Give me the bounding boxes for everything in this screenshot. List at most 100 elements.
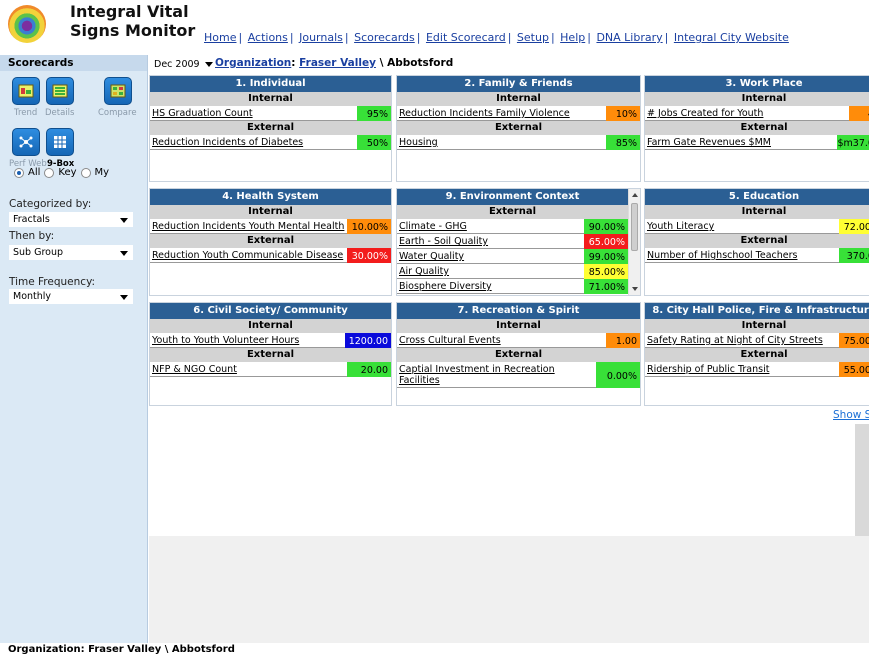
nine-box-grid: 1. Individual Internal HS Graduation Count… — [149, 73, 869, 406]
nav-setup-link[interactable]: Setup — [517, 31, 549, 44]
metric-link[interactable]: Earth - Soil Quality — [397, 234, 584, 249]
metric-value: 0.00% — [596, 362, 640, 388]
metric-value: 50% — [357, 135, 391, 150]
footer-org: Fraser Valley — [88, 644, 162, 654]
metric-link[interactable]: Reduction Incidents of Diabetes — [150, 135, 357, 150]
metric-row: Cross Cultural Events 1.00 — [397, 333, 640, 348]
scroll-down-icon[interactable] — [632, 287, 638, 291]
metric-link[interactable]: Housing — [397, 135, 606, 150]
card-title[interactable]: 7. Recreation & Spirit — [397, 303, 640, 319]
breadcrumb-organization-label[interactable]: Organization — [215, 57, 291, 69]
chevron-down-icon — [204, 62, 213, 67]
nav-home-link[interactable]: Home — [204, 31, 236, 44]
section-header: Internal — [645, 319, 869, 333]
metric-value: 20.00 — [347, 362, 391, 377]
details-view-button[interactable] — [46, 77, 74, 105]
metric-row: HS Graduation Count 95% — [150, 106, 391, 121]
scroll-thumb[interactable] — [631, 203, 638, 251]
metric-link[interactable]: Reduction Incidents Youth Mental Health — [150, 219, 347, 234]
section-header: External — [150, 348, 391, 362]
section-header: Internal — [150, 92, 391, 106]
metric-link[interactable]: HS Graduation Count — [150, 106, 357, 121]
metric-row: # Jobs Created for Youth40 — [645, 106, 869, 121]
filter-key-radio[interactable] — [44, 167, 55, 178]
nine-box-view-button[interactable] — [46, 128, 74, 156]
breadcrumb-org-link[interactable]: Fraser Valley — [299, 57, 376, 69]
card-title[interactable]: 8. City Hall Police, Fire & Infrastructu… — [645, 303, 869, 319]
card-title[interactable]: 6. Civil Society/ Community — [150, 303, 391, 319]
period-select[interactable]: Dec 2009 — [154, 59, 213, 70]
metric-row: Youth to Youth Volunteer Hours 1200.00 — [150, 333, 391, 348]
nav-integral-city-website-link[interactable]: Integral City Website — [674, 31, 789, 44]
footer-current: Abbotsford — [171, 644, 235, 654]
nav-separator: | — [550, 31, 555, 44]
perf-web-view-button[interactable] — [12, 128, 40, 156]
metric-link[interactable]: Youth Literacy — [645, 219, 839, 234]
section-header: Internal — [645, 92, 869, 106]
metric-link[interactable]: Safety Rating at Night of City Streets — [645, 333, 839, 348]
metric-link[interactable]: Farm Gate Revenues $MM — [645, 135, 837, 150]
footer-separator: \ — [164, 644, 169, 654]
nav-actions-link[interactable]: Actions — [248, 31, 288, 44]
footer-breadcrumb: Organization: Fraser Valley \ Abbotsford — [0, 643, 869, 654]
metric-value: $m37.00 — [837, 135, 869, 150]
show-link[interactable]: Show S — [833, 409, 869, 421]
nav-edit-scorecard-link[interactable]: Edit Scorecard — [426, 31, 506, 44]
filter-my-radio[interactable] — [80, 167, 91, 178]
categorized-by-select[interactable]: Fractals — [9, 212, 133, 227]
app-title-line1: Integral Vital — [70, 2, 189, 21]
nav-help-link[interactable]: Help — [560, 31, 585, 44]
nav-scorecards-link[interactable]: Scorecards — [354, 31, 415, 44]
metric-value: 30.00% — [347, 248, 391, 263]
nav-dna-library-link[interactable]: DNA Library — [596, 31, 662, 44]
metric-link[interactable]: Air Quality — [397, 264, 584, 279]
filter-all-radio[interactable] — [14, 167, 24, 178]
card-title[interactable]: 1. Individual — [150, 76, 391, 92]
metric-link[interactable]: Reduction Incidents Family Violence — [397, 106, 606, 121]
trend-view-button[interactable] — [12, 77, 40, 105]
metric-link[interactable]: Ridership of Public Transit — [645, 362, 839, 377]
card-scrollbar[interactable] — [628, 189, 640, 295]
metric-link[interactable]: Youth to Youth Volunteer Hours — [150, 333, 345, 348]
section-header: External — [397, 348, 640, 362]
section-header: Internal — [397, 92, 640, 106]
then-by-select[interactable]: Sub Group — [9, 245, 133, 260]
scroll-up-icon[interactable] — [632, 193, 638, 197]
metric-value: 72.00% — [839, 219, 869, 234]
card-title[interactable]: 9. Environment Context — [397, 189, 628, 205]
nav-separator: | — [587, 31, 591, 44]
compare-view-button[interactable] — [104, 77, 132, 105]
scorecard-card: 4. Health System Internal Reduction Incide… — [149, 188, 392, 296]
main-content: Dec 2009 Organization: Fraser Valley \ A… — [149, 55, 869, 643]
chevron-down-icon — [120, 251, 128, 256]
nine-box-grid-icon — [54, 136, 66, 148]
card-title[interactable]: 5. Education — [645, 189, 869, 205]
trend-view-label: Trend — [14, 108, 38, 118]
metric-link[interactable]: NFP & NGO Count — [150, 362, 347, 377]
metric-row: Earth - Soil Quality 65.00% — [397, 234, 628, 249]
metric-link[interactable]: Water Quality — [397, 249, 584, 264]
metric-row: Captial Investment in Recreation Facilit… — [397, 362, 640, 388]
sidebar: Scorecards Trend Details Compare Perf We… — [0, 55, 148, 643]
metric-link[interactable]: Cross Cultural Events — [397, 333, 606, 348]
metric-value: 99.00% — [584, 249, 628, 264]
nav-separator: | — [664, 31, 669, 44]
scorecard-card: 5. EducationInternalYouth Literacy72.00%… — [644, 188, 869, 296]
header: Integral Vital Signs Monitor Home | Actio… — [0, 0, 869, 50]
card-title[interactable]: 4. Health System — [150, 189, 391, 205]
scorecard-card: 2. Family & Friends Internal Reduction Inc… — [396, 75, 641, 182]
nav-journals-link[interactable]: Journals — [299, 31, 343, 44]
metric-link[interactable]: Captial Investment in Recreation Facilit… — [397, 362, 596, 388]
details-table-icon — [52, 84, 68, 98]
metric-link[interactable]: Reduction Youth Communicable Disease — [150, 248, 347, 263]
metric-row: Reduction Youth Communicable Disease 30.0… — [150, 248, 391, 263]
metric-link[interactable]: Biosphere Diversity — [397, 279, 584, 294]
card-title[interactable]: 2. Family & Friends — [397, 76, 640, 92]
metric-link[interactable]: Climate - GHG — [397, 219, 584, 234]
card-title[interactable]: 3. Work Place — [645, 76, 869, 92]
metric-link[interactable]: # Jobs Created for Youth — [645, 106, 849, 121]
metric-value: 95% — [357, 106, 391, 121]
metric-link[interactable]: Number of Highschool Teachers — [645, 248, 839, 263]
metric-value: 10% — [606, 106, 640, 121]
time-frequency-select[interactable]: Monthly — [9, 289, 133, 304]
